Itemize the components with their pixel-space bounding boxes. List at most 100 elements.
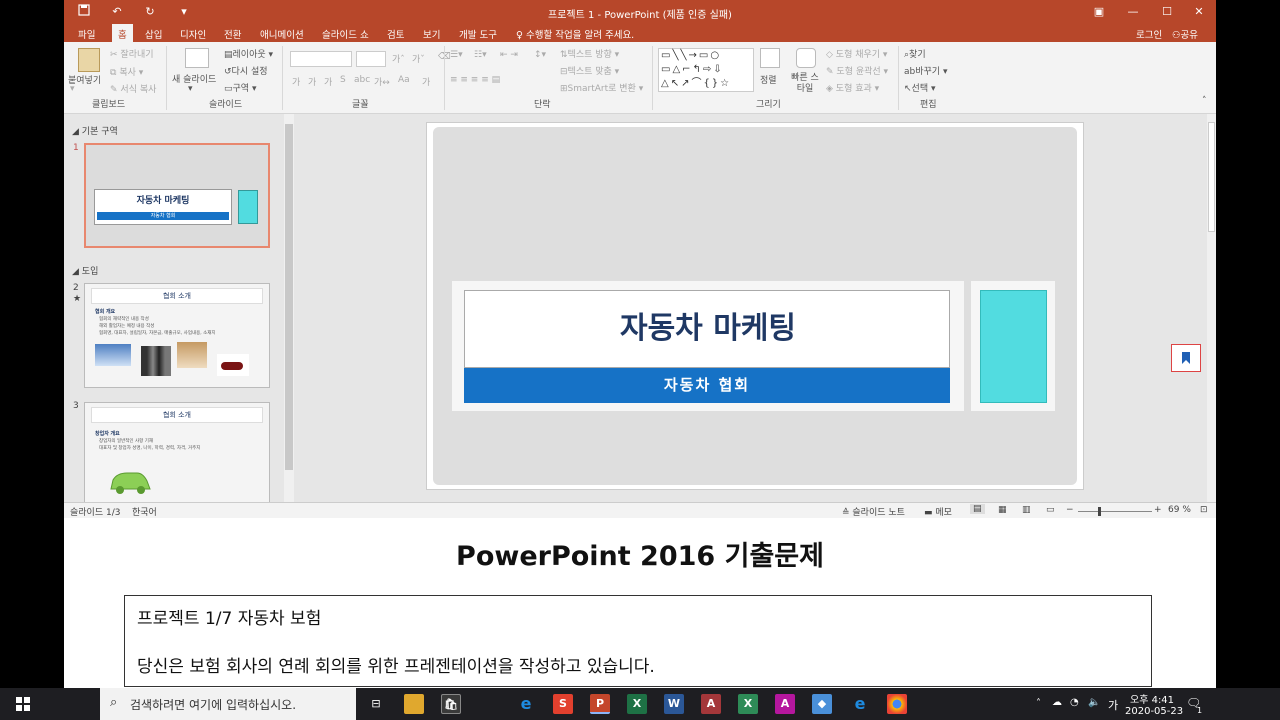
font-family-input[interactable] bbox=[290, 51, 352, 67]
slide-thumbnail-2[interactable]: 협회 소개 협회 개요 협회의 재략적인 내용 작성 해외 활업자는 예정 내용… bbox=[84, 283, 270, 388]
underline-button[interactable]: 가 bbox=[324, 75, 332, 88]
shrink-font-icon[interactable]: 가ˇ bbox=[412, 52, 425, 65]
edge-icon[interactable]: e bbox=[516, 694, 536, 714]
shadow-button[interactable]: S bbox=[340, 75, 346, 85]
arrange-button[interactable]: 정렬 bbox=[760, 73, 777, 86]
shape-outline-button[interactable]: ✎ 도형 윤곽선 ▾ bbox=[826, 64, 888, 77]
align-text-button[interactable]: ⊟텍스트 맞춤 ▾ bbox=[560, 64, 619, 77]
clock-date[interactable]: 2020-05-23 bbox=[1125, 706, 1183, 717]
chrome-icon[interactable] bbox=[887, 694, 907, 714]
bold-button[interactable]: 가 bbox=[292, 75, 300, 88]
powerpoint-taskbar-icon[interactable]: P bbox=[590, 694, 610, 714]
section-basic[interactable]: ◢ 기본 구역 bbox=[72, 124, 118, 137]
ribbon-display-options-icon[interactable]: ▣ bbox=[1082, 0, 1116, 24]
task-view-icon[interactable]: ⊟ bbox=[366, 694, 386, 714]
char-spacing-button[interactable]: 가↔ bbox=[374, 75, 390, 88]
network-icon[interactable]: ☁ bbox=[1052, 697, 1062, 708]
new-slide-dropdown-icon[interactable]: ▾ bbox=[188, 84, 193, 94]
close-button[interactable]: ✕ bbox=[1182, 0, 1216, 24]
scroll-thumb[interactable] bbox=[285, 124, 293, 470]
scroll-thumb[interactable] bbox=[1208, 122, 1215, 232]
tell-me-box[interactable]: ♀ 수행할 작업을 알려 주세요. bbox=[516, 27, 634, 41]
change-case-button[interactable]: Aa bbox=[398, 75, 410, 85]
clock-time[interactable]: 오후 4:41 bbox=[1130, 691, 1174, 706]
comments-button[interactable]: ▬ 메모 bbox=[924, 505, 952, 518]
word-icon[interactable]: W bbox=[664, 694, 684, 714]
slide-thumbnail-3[interactable]: 협회 소개 창업자 개요 창업자의 일반적인 사항 기재 대표자 및 창업자 성… bbox=[84, 402, 270, 502]
shapes-gallery[interactable]: ▭╲╲→▭○ ▭△⌐↰⇨⇩ △↖↗⌒{}☆ bbox=[658, 48, 754, 92]
text-direction-button[interactable]: ⇅텍스트 방향 ▾ bbox=[560, 47, 619, 60]
font-size-input[interactable] bbox=[356, 51, 386, 67]
format-painter-button[interactable]: ✎ 서식 복사 bbox=[110, 82, 156, 95]
share-button[interactable]: ⚇공유 bbox=[1172, 27, 1198, 41]
numbering-icon[interactable]: ☷▾ bbox=[474, 50, 487, 60]
slide-subtitle[interactable]: 자동차 협회 bbox=[464, 368, 950, 403]
bookmark-button[interactable] bbox=[1171, 344, 1201, 372]
ime-indicator[interactable]: 가 bbox=[1108, 697, 1118, 713]
slide-thumbnail-1[interactable]: 자동차 마케팅 자동차 협회 bbox=[84, 143, 270, 248]
zoom-in-button[interactable]: + bbox=[1154, 505, 1162, 515]
zoom-level[interactable]: 69 % bbox=[1168, 505, 1191, 515]
tab-slideshow[interactable]: 슬라이드 쇼 bbox=[322, 27, 369, 41]
tab-developer[interactable]: 개발 도구 bbox=[459, 27, 497, 41]
paste-icon[interactable] bbox=[78, 48, 100, 72]
volume-icon[interactable]: 🔈 bbox=[1088, 697, 1100, 708]
find-button[interactable]: ⌕찾기 bbox=[904, 47, 926, 60]
cyan-rectangle-shape[interactable] bbox=[980, 290, 1047, 403]
app-icon[interactable]: ◆ bbox=[812, 694, 832, 714]
app-s-icon[interactable]: S bbox=[553, 694, 573, 714]
tab-view[interactable]: 보기 bbox=[423, 27, 440, 41]
font-app-icon[interactable]: A bbox=[775, 694, 795, 714]
thumbnail-scrollbar[interactable] bbox=[284, 114, 294, 502]
tab-file[interactable]: 파일 bbox=[78, 27, 95, 41]
strikethrough-button[interactable]: abc bbox=[354, 75, 370, 85]
shape-fill-button[interactable]: ◇ 도형 채우기 ▾ bbox=[826, 47, 887, 60]
tab-animations[interactable]: 애니메이션 bbox=[260, 27, 304, 41]
quick-styles-icon[interactable] bbox=[796, 48, 816, 68]
title-placeholder[interactable]: 자동차 마케팅 자동차 협회 bbox=[452, 281, 964, 411]
font-color-button[interactable]: 가 bbox=[422, 75, 430, 88]
tab-design[interactable]: 디자인 bbox=[180, 27, 206, 41]
access-icon[interactable]: A bbox=[701, 694, 721, 714]
slide-sorter-icon[interactable]: ▦ bbox=[998, 505, 1007, 515]
section-button[interactable]: ▭구역 ▾ bbox=[224, 81, 256, 94]
tab-transitions[interactable]: 전환 bbox=[224, 27, 241, 41]
section-intro[interactable]: ◢ 도입 bbox=[72, 264, 98, 277]
notes-button[interactable]: ≙ 슬라이드 노트 bbox=[842, 505, 905, 518]
zoom-out-button[interactable]: − bbox=[1066, 505, 1074, 515]
slideshow-icon[interactable]: ▭ bbox=[1046, 505, 1055, 515]
minimize-button[interactable]: — bbox=[1116, 0, 1150, 24]
new-slide-icon[interactable] bbox=[185, 48, 209, 68]
wifi-icon[interactable]: ◔ bbox=[1070, 697, 1079, 708]
slide-scrollbar[interactable] bbox=[1207, 114, 1216, 502]
excel-icon[interactable]: X bbox=[627, 694, 647, 714]
tab-home[interactable]: 홈 bbox=[112, 24, 133, 42]
store-icon[interactable]: 🛍 bbox=[441, 694, 461, 714]
maximize-button[interactable]: ☐ bbox=[1150, 0, 1184, 24]
slide-title[interactable]: 자동차 마케팅 bbox=[465, 291, 951, 369]
spreadsheet-app-icon[interactable]: X bbox=[738, 694, 758, 714]
start-button[interactable] bbox=[0, 688, 48, 720]
replace-button[interactable]: ab바꾸기 ▾ bbox=[904, 64, 947, 77]
indent-icon[interactable]: ⇤ ⇥ bbox=[500, 50, 518, 60]
smartart-button[interactable]: ⊞SmartArt로 변환 ▾ bbox=[560, 81, 643, 94]
tab-insert[interactable]: 삽입 bbox=[145, 27, 162, 41]
file-explorer-icon[interactable] bbox=[404, 694, 424, 714]
reset-button[interactable]: ↺다시 설정 bbox=[224, 64, 268, 77]
zoom-slider[interactable] bbox=[1078, 511, 1152, 512]
tray-overflow-icon[interactable]: ˄ bbox=[1036, 698, 1041, 709]
layout-button[interactable]: ▤레이아웃 ▾ bbox=[224, 47, 273, 60]
tab-review[interactable]: 검토 bbox=[387, 27, 404, 41]
line-spacing-icon[interactable]: ↕▾ bbox=[534, 50, 546, 60]
edge-legacy-icon[interactable]: e bbox=[850, 694, 870, 714]
normal-view-icon[interactable]: ▤ bbox=[970, 504, 985, 514]
slide-canvas[interactable]: 자동차 마케팅 자동차 협회 bbox=[426, 122, 1084, 490]
cut-button[interactable]: ✂ 잘라내기 bbox=[110, 47, 154, 60]
copy-button[interactable]: ⧉ 복사 ▾ bbox=[110, 65, 143, 78]
collapse-ribbon-icon[interactable]: ˄ bbox=[1202, 96, 1207, 106]
grow-font-icon[interactable]: 가ˆ bbox=[392, 52, 405, 65]
login-link[interactable]: 로그인 bbox=[1136, 27, 1162, 41]
paste-dropdown-icon[interactable]: ▾ bbox=[70, 84, 75, 94]
align-icons[interactable]: ≡ ≡ ≡ ≡ ▤ bbox=[450, 75, 500, 85]
quick-styles-button[interactable]: 빠른 스타일 bbox=[788, 73, 822, 95]
